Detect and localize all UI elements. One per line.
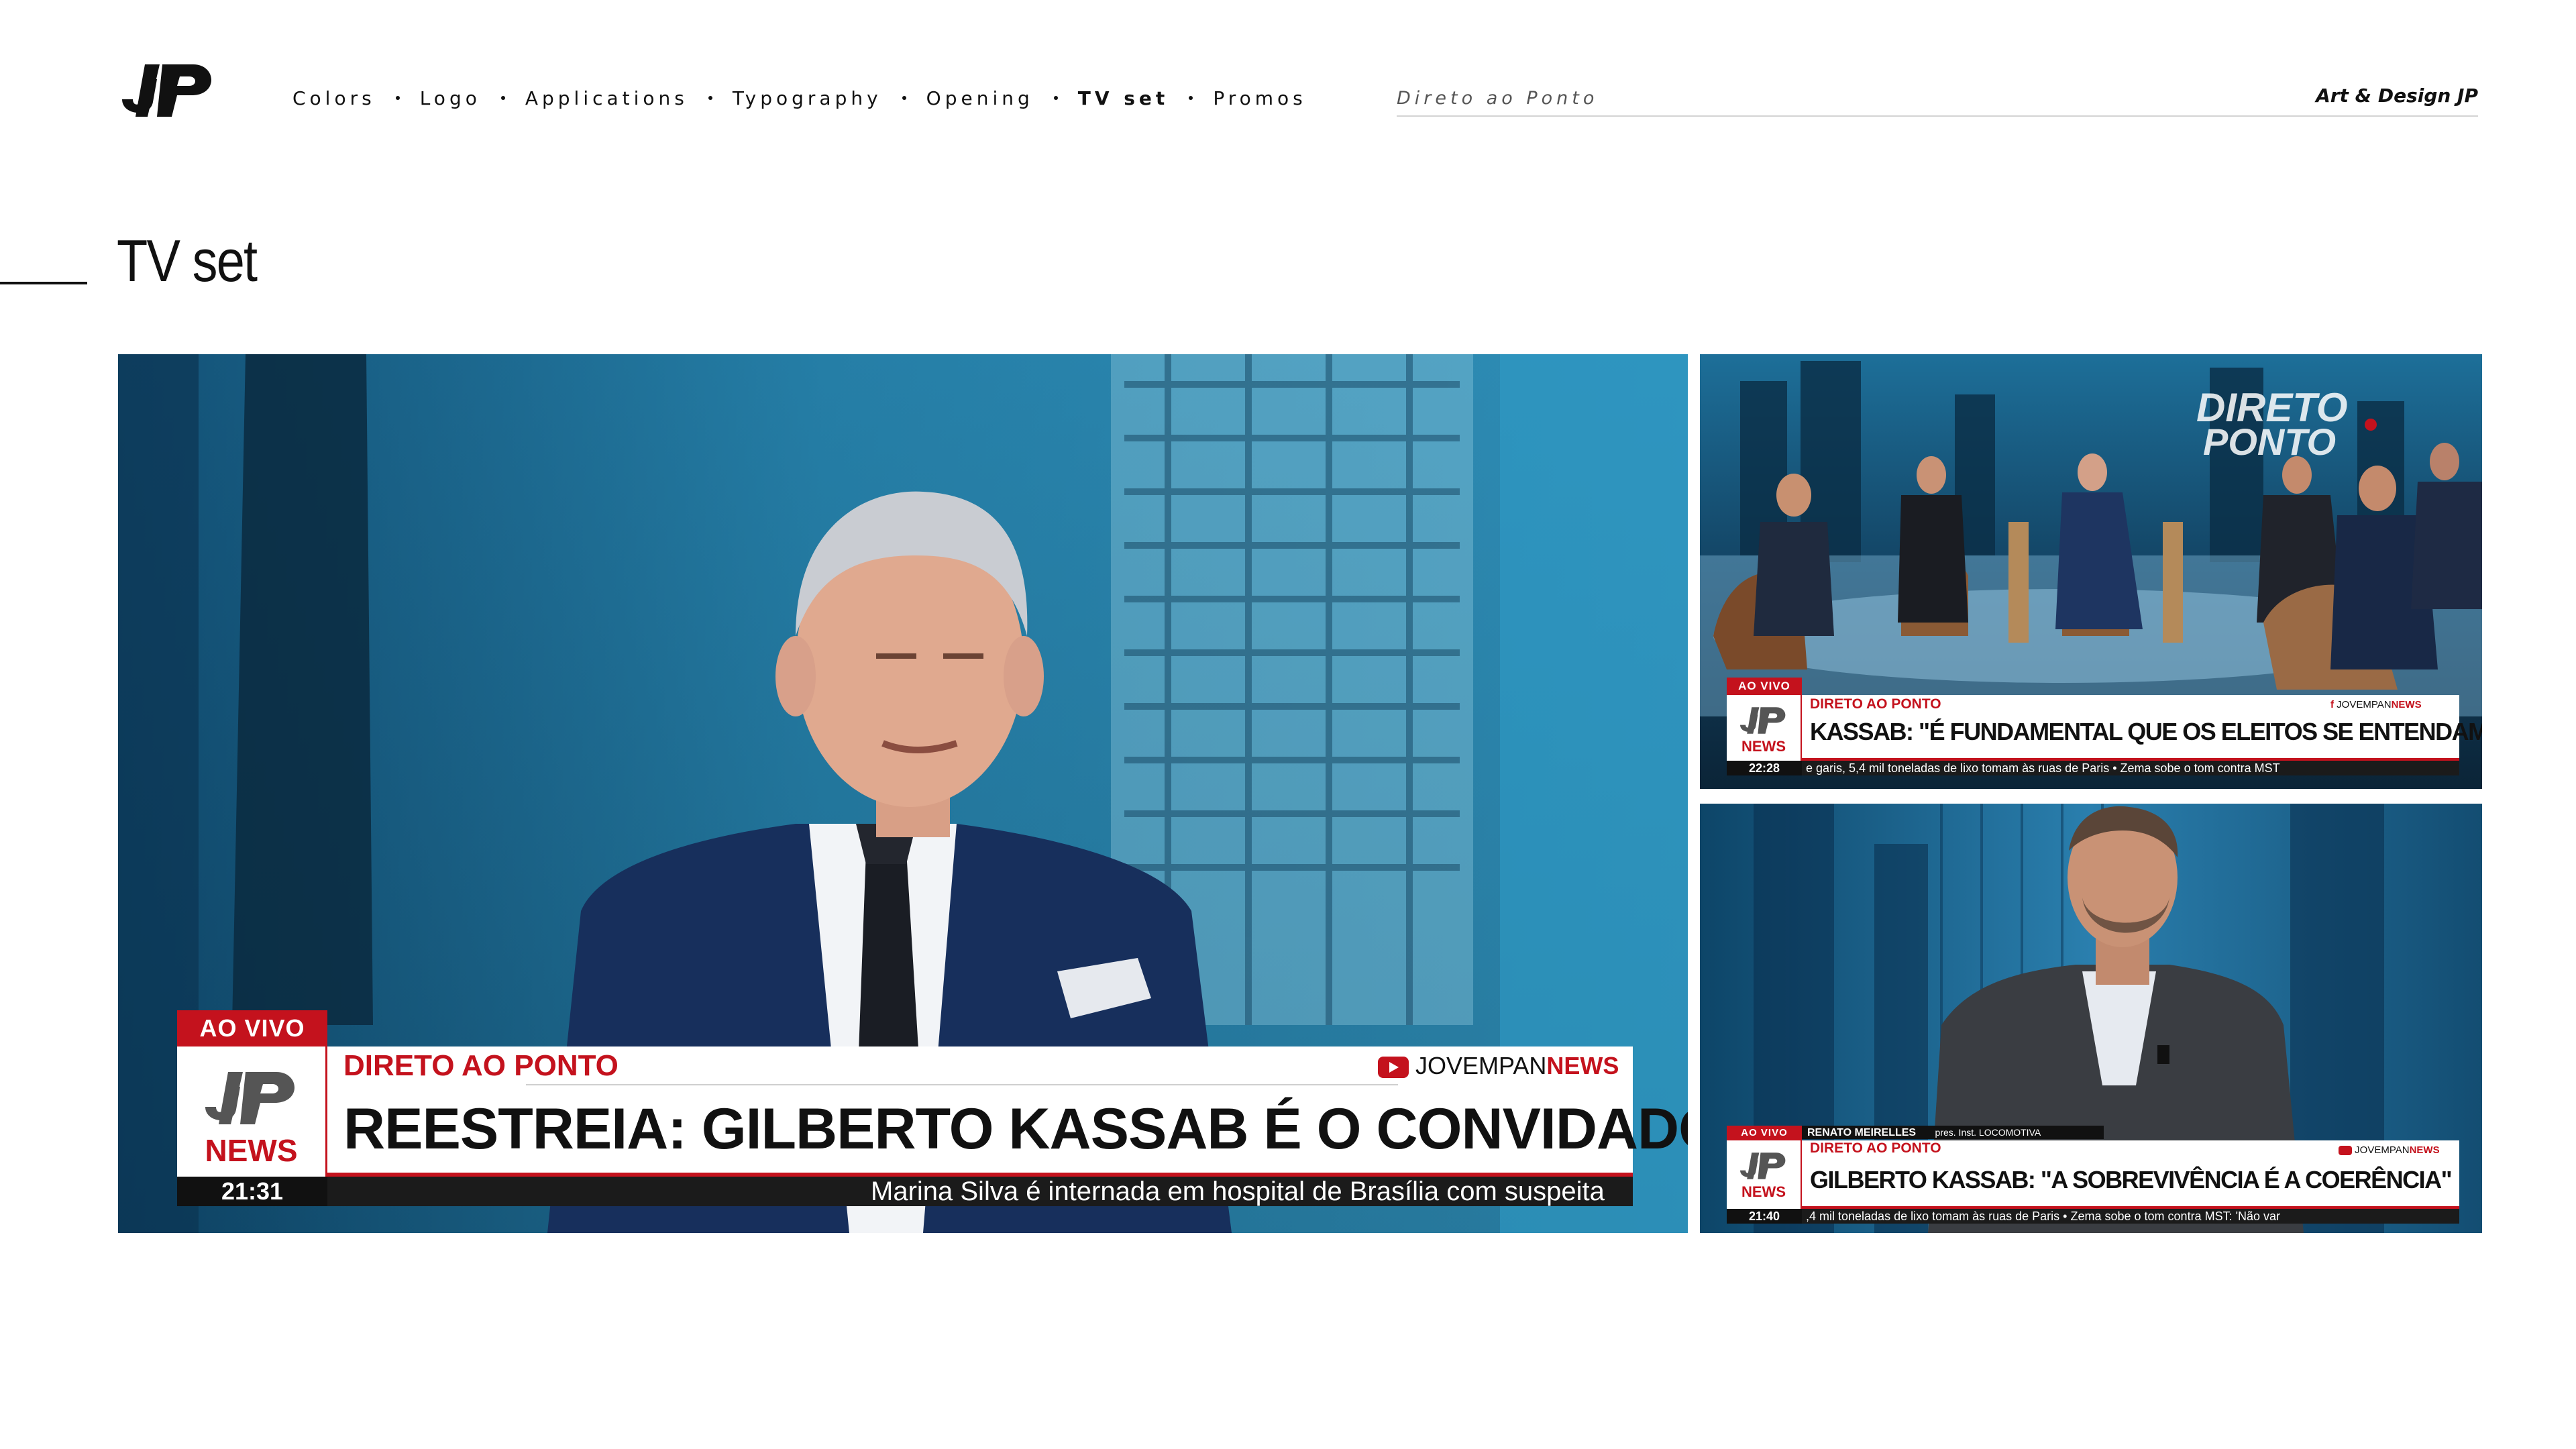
channel-tag: JOVEMPANNEWS (1378, 1052, 1619, 1080)
youtube-icon (1378, 1057, 1409, 1079)
nav-separator (1189, 96, 1193, 100)
channel-tag: JOVEMPANNEWS (2339, 1144, 2440, 1156)
news-ticker: e garis, 5,4 mil toneladas de lixo tomam… (1802, 761, 2459, 775)
news-label: NEWS (1741, 738, 1786, 755)
search-input[interactable] (1397, 83, 2202, 113)
nav-separator (395, 96, 400, 100)
jp-logo-bug (1740, 1152, 1786, 1179)
nav-promos[interactable]: Promos (1213, 87, 1306, 109)
clock: 22:28 (1727, 761, 1802, 775)
lower-third-panel: AO VIVO NEWS 22:28 DIRETO AO PONTO f JOV… (1727, 678, 2482, 775)
main-nav: Colors Logo Applications Typography Open… (292, 86, 1307, 110)
youtube-icon (2339, 1146, 2352, 1156)
channel-suffix: NEWS (1546, 1052, 1619, 1079)
guest-role: pres. Inst. LOCOMOTIVA (1935, 1127, 2041, 1138)
program-name: DIRETO AO PONTO (343, 1049, 619, 1082)
clock: 21:31 (177, 1177, 327, 1206)
nav-colors[interactable]: Colors (292, 87, 376, 109)
news-label: NEWS (205, 1133, 298, 1168)
clock: 21:40 (1727, 1209, 1802, 1224)
headline-text: GILBERTO KASSAB: "A SOBREVIVÊNCIA É A CO… (1810, 1166, 2453, 1193)
nav-separator (500, 96, 505, 100)
nav-tv-set[interactable]: TV set (1078, 87, 1169, 109)
nav-logo[interactable]: Logo (420, 87, 481, 109)
jp-logo-bug (205, 1072, 294, 1124)
jp-news-bug: NEWS (177, 1046, 327, 1177)
jp-news-bug: NEWS (1727, 1140, 1802, 1209)
facebook-icon: f (2330, 699, 2337, 710)
channel-prefix: JOVEMPAN (1415, 1052, 1547, 1079)
guest-name-tag: RENATO MEIRELLES pres. Inst. LOCOMOTIVA (1802, 1126, 2104, 1139)
channel-suffix: NEWS (2391, 699, 2422, 710)
lower-third-guest: RENATO MEIRELLES pres. Inst. LOCOMOTIVA … (1727, 1126, 2459, 1224)
search-bar: Art & Design JP (1397, 83, 2478, 117)
headline-text: REESTREIA: GILBERTO KASSAB É O CONVIDADO… (343, 1097, 1688, 1161)
tv-set-image-panel: DIRETO PONTO AO VIVO NEWS 22:28 DIRETO A… (1700, 354, 2482, 789)
headline-text: KASSAB: "É FUNDAMENTAL QUE OS ELEITOS SE… (1810, 718, 2482, 745)
art-design-link[interactable]: Art & Design JP (2316, 85, 2478, 107)
jp-logo[interactable] (118, 62, 219, 118)
lower-third-main: AO VIVO NEWS 21:31 DIRETO AO PONTO JOVEM… (177, 1010, 1688, 1206)
set-logo-line2: PONTO (2203, 421, 2336, 463)
jp-news-bug: NEWS (1727, 695, 1802, 761)
news-ticker: Marina Silva é internada em hospital de … (327, 1177, 1633, 1206)
live-badge: AO VIVO (1727, 1126, 1802, 1140)
page-title: TV set (117, 227, 258, 294)
tv-set-image-guest: RENATO MEIRELLES pres. Inst. LOCOMOTIVA … (1700, 804, 2482, 1233)
divider-line (526, 1084, 1398, 1085)
nav-typography[interactable]: Typography (733, 87, 882, 109)
tv-set-image-main: AO VIVO NEWS 21:31 DIRETO AO PONTO JOVEM… (118, 354, 1688, 1233)
news-ticker: ,4 mil toneladas de lixo tomam às ruas d… (1802, 1209, 2459, 1224)
nav-opening[interactable]: Opening (926, 87, 1034, 109)
live-badge: AO VIVO (1727, 678, 1802, 695)
channel-tag: f JOVEMPANNEWS (2330, 699, 2422, 710)
program-name: DIRETO AO PONTO (1810, 1140, 1941, 1156)
program-name: DIRETO AO PONTO (1810, 696, 1941, 712)
guest-name: RENATO MEIRELLES (1807, 1127, 1917, 1138)
channel-prefix: JOVEMPAN (2337, 699, 2392, 710)
jp-logo-bug (1740, 707, 1786, 734)
title-rule (0, 282, 87, 284)
channel-suffix: NEWS (2409, 1144, 2440, 1156)
nav-separator (1053, 96, 1058, 100)
nav-separator (902, 96, 906, 100)
channel-prefix: JOVEMPAN (2355, 1144, 2410, 1156)
live-badge: AO VIVO (177, 1010, 327, 1046)
news-label: NEWS (1741, 1183, 1786, 1200)
nav-separator (708, 96, 712, 100)
nav-applications[interactable]: Applications (525, 87, 688, 109)
